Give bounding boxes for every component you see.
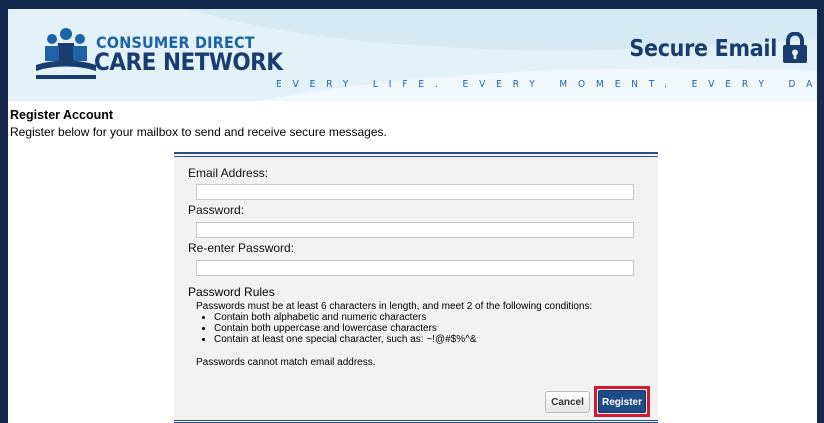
password-rules-list: Contain both alphabetic and numeric char… [196,312,656,345]
password-field[interactable] [196,222,634,238]
company-logo[interactable]: CONSUMER DIRECT CARE NETWORK [34,23,283,89]
people-group-icon [36,28,96,79]
password-rule-item: Contain at least one special character, … [214,334,656,345]
email-label: Email Address: [188,166,269,180]
password-rule-item: Contain both alphabetic and numeric char… [214,312,656,323]
reenter-password-field[interactable] [196,260,634,276]
window-frame-top [0,0,824,9]
header-banner: CONSUMER DIRECT CARE NETWORK Secure Emai… [8,9,817,101]
password-rules-note: Passwords cannot match email address. [196,357,376,368]
cancel-button[interactable]: Cancel [545,391,590,413]
page-canvas: CONSUMER DIRECT CARE NETWORK Secure Emai… [8,9,817,423]
reenter-password-label: Re-enter Password: [188,241,295,255]
register-form-card: Email Address: Password: Re-enter Passwo… [174,152,658,423]
card-top-rule-thin [174,156,658,157]
password-rules: Passwords must be at least 6 characters … [196,301,656,345]
lock-icon [783,32,807,63]
product-title: Secure Email [629,36,777,62]
email-field[interactable] [196,184,634,200]
tagline: EVERY LIFE. EVERY MOMENT. EVERY DAY. [276,79,817,90]
card-top-rule [174,152,658,154]
logo-line-2: CARE NETWORK [94,48,283,76]
window-frame-right [817,0,824,423]
window-frame-left [0,0,8,423]
register-button[interactable]: Register [598,390,646,413]
password-rules-intro: Passwords must be at least 6 characters … [196,301,593,312]
password-rules-title: Password Rules [188,285,275,299]
card-bottom-rule-thin [174,420,658,421]
page-title: Register Account [10,108,114,122]
password-rule-item: Contain both uppercase and lowercase cha… [214,323,656,334]
page-subtitle: Register below for your mailbox to send … [10,125,387,139]
password-label: Password: [188,203,245,217]
